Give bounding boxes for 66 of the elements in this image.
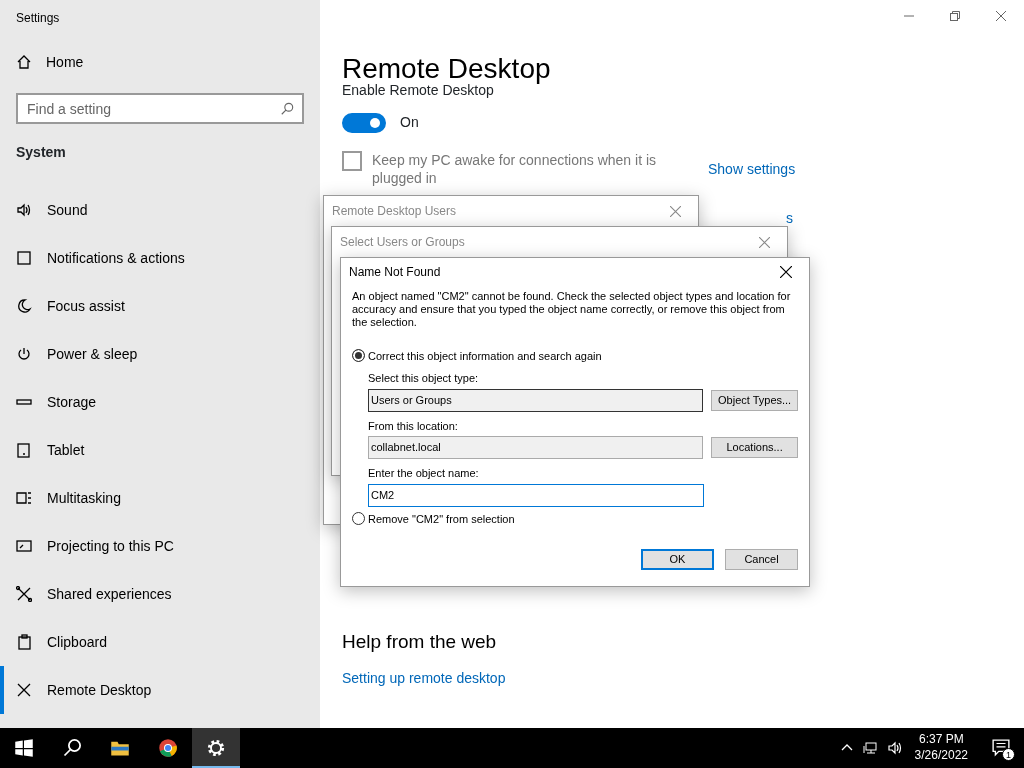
checkbox-label: Keep my PC awake for connections when it is plugged in — [372, 151, 658, 188]
radio-option[interactable]: Correct this object information and search again — [352, 347, 602, 365]
sidebar-item[interactable]: Storage — [0, 378, 304, 426]
clock-time[interactable]: 6:37 PM — [914, 732, 968, 748]
sidebar-item[interactable]: Shared experiences — [0, 570, 304, 618]
settings-link[interactable]: s — [786, 209, 793, 226]
dialog-button[interactable]: OK — [641, 549, 714, 571]
monitor-icon — [16, 538, 32, 554]
volume-icon[interactable] — [886, 740, 903, 756]
sidebar-item[interactable]: Multitasking — [0, 474, 304, 522]
page-title: Remote Desktop — [342, 54, 552, 84]
search-field[interactable]: Find a setting — [16, 93, 304, 124]
section-heading: Help from the web — [342, 629, 498, 654]
toggle-switch[interactable] — [342, 112, 386, 133]
clipboard-icon — [16, 634, 32, 650]
error-message: An object named "CM2" cannot be found. Check the selected object types and location for accuracy and ensure that you typed the object name correctly, or remove this object from the selection. — [352, 290, 792, 330]
sidebar-item[interactable]: Projecting to this PC — [0, 522, 304, 570]
clock-date[interactable]: 3/26/2022 — [914, 748, 968, 764]
object-types-button[interactable]: Object Types... — [711, 389, 798, 411]
setting-label: Enable Remote Desktop — [342, 82, 494, 99]
gear-icon[interactable] — [192, 728, 240, 768]
speaker-icon — [16, 202, 32, 218]
windows-stack-icon — [16, 490, 32, 506]
help-link[interactable]: Setting up remote desktop — [342, 668, 506, 690]
locations-button[interactable]: Locations... — [711, 437, 798, 459]
radio-button[interactable] — [352, 349, 365, 363]
field-label: From this location: — [368, 418, 459, 434]
sidebar-item[interactable]: Sound — [0, 186, 304, 234]
close-icon — [669, 205, 681, 217]
moon-icon — [16, 298, 32, 314]
window-title: Settings — [16, 10, 61, 27]
field-label: Enter the object name: — [368, 466, 480, 482]
dialog-button[interactable]: Cancel — [725, 549, 798, 571]
field-label: Select this object type: — [368, 371, 480, 387]
power-icon — [16, 346, 32, 362]
dialog-title: Remote Desktop Users — [332, 203, 457, 220]
network-icon[interactable] — [862, 740, 879, 756]
close-icon — [996, 11, 1006, 21]
notifications-button[interactable]: 1 — [986, 733, 1016, 763]
sidebar-item[interactable]: Tablet — [0, 426, 304, 474]
message-square-icon — [16, 250, 32, 266]
section-heading: System — [16, 143, 67, 162]
home-icon — [16, 54, 32, 70]
search-icon — [280, 102, 294, 116]
sidebar-item[interactable]: Focus assist — [0, 282, 304, 330]
sidebar-item[interactable]: Remote Desktop — [0, 666, 304, 714]
notification-count: 1 — [1002, 748, 1015, 761]
restore-icon — [950, 11, 960, 21]
object-type-field[interactable]: Users or Groups — [368, 388, 704, 412]
sidebar-item[interactable]: Notifications & actions — [0, 234, 304, 282]
checkbox[interactable] — [342, 151, 362, 172]
home-link[interactable]: Home — [16, 42, 304, 82]
show-settings-link[interactable]: Show settings — [708, 159, 796, 181]
close-icon — [780, 266, 792, 278]
sidebar-item[interactable]: Clipboard — [0, 618, 304, 666]
dialog-title: Select Users or Groups — [340, 234, 465, 251]
message-icon — [992, 739, 1010, 757]
close-icon — [758, 236, 770, 248]
location-field[interactable]: collabnet.local — [368, 436, 704, 460]
sidebar-item[interactable]: Power & sleep — [0, 330, 304, 378]
tablet-icon — [16, 442, 32, 458]
share-icon — [16, 586, 32, 602]
dialog-title: Name Not Found — [349, 264, 441, 281]
radio-option[interactable]: Remove "CM2" from selection — [352, 510, 515, 528]
toggle-label: On — [400, 113, 419, 133]
object-name-field[interactable]: CM2 — [368, 483, 704, 507]
